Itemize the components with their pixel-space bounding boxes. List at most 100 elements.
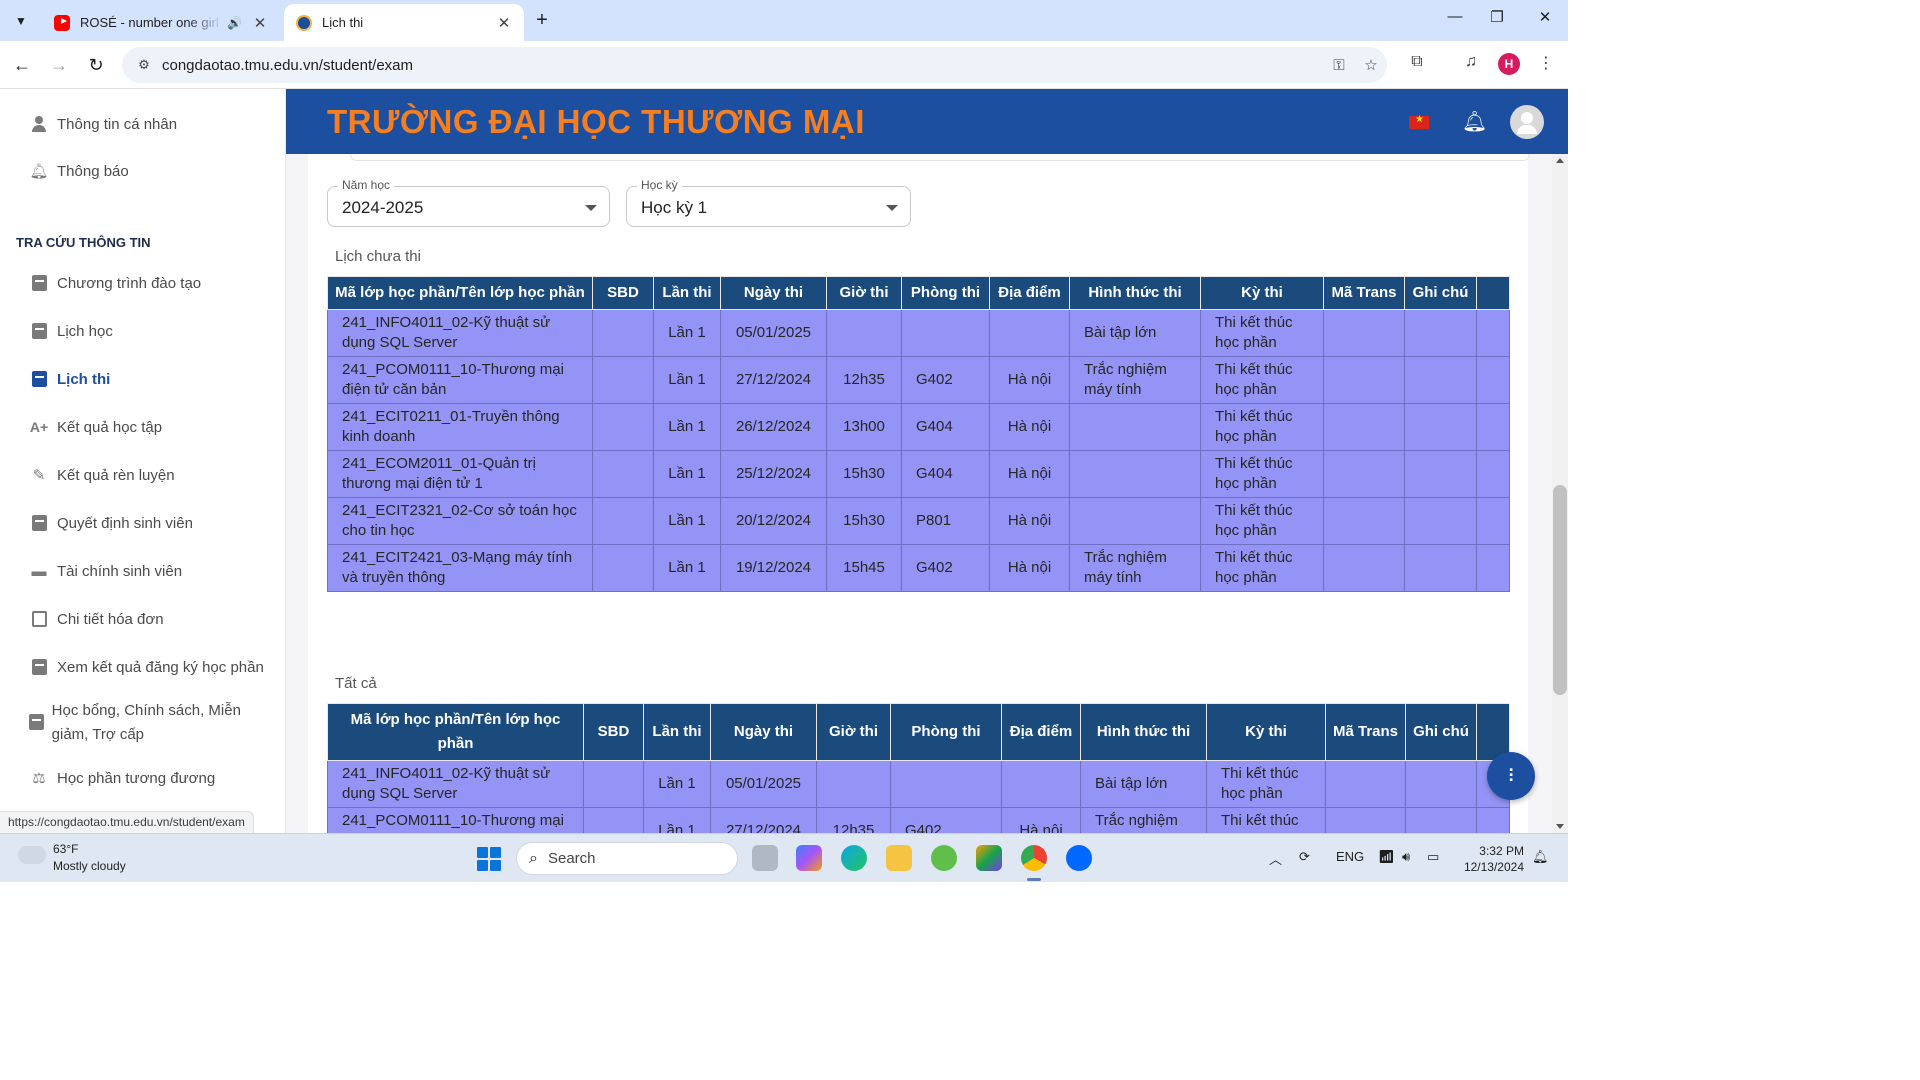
table-cell: [1325, 807, 1406, 833]
chevron-down-icon: [585, 205, 597, 211]
tab-youtube[interactable]: ROSÉ - number one girl (offi 🔊 ✕: [42, 4, 280, 41]
notification-center-icon[interactable]: 🔔︎: [1532, 849, 1549, 865]
table-cell: Thi kết thúc học phần: [1200, 309, 1324, 357]
clipboard-icon: [28, 272, 50, 294]
reload-button[interactable]: ↻: [84, 53, 108, 77]
task-view-icon[interactable]: [752, 845, 778, 871]
table-cell: Lần 1: [653, 497, 721, 545]
new-tab-button[interactable]: +: [530, 9, 554, 32]
zalo-icon[interactable]: [1066, 845, 1092, 871]
table-cell: 15h30: [826, 450, 902, 498]
language-indicator[interactable]: ENG: [1336, 849, 1364, 864]
table-row[interactable]: 241_PCOM0111_10-Thương mại điện tử căn b…: [327, 356, 1510, 404]
close-tab-icon[interactable]: ✕: [252, 14, 268, 32]
table-row[interactable]: 241_INFO4011_02-Kỹ thuật sử dụng SQL Ser…: [327, 760, 1510, 808]
sidebar-item-class-schedule[interactable]: Lịch học: [28, 320, 113, 342]
taskbar-clock[interactable]: 3:32 PM 12/13/2024: [1458, 843, 1524, 875]
table-cell: G404: [901, 403, 990, 451]
page-scrollbar[interactable]: [1552, 154, 1568, 833]
restore-button[interactable]: ❐: [1482, 8, 1512, 26]
table-cell: Lần 1: [643, 760, 711, 808]
chrome-icon[interactable]: [1021, 845, 1047, 871]
sidebar-item-exam-schedule[interactable]: Lịch thi: [28, 368, 110, 390]
sync-icon[interactable]: ⟳: [1299, 849, 1310, 865]
settings-fab-button[interactable]: ⫶: [1487, 752, 1535, 800]
copilot-icon[interactable]: [796, 845, 822, 871]
taskbar-search[interactable]: ⌕ Search: [516, 842, 738, 875]
back-button[interactable]: ←: [10, 53, 34, 77]
wifi-icon[interactable]: 📶︎: [1378, 849, 1395, 865]
more-menu-icon[interactable]: ⋮: [1534, 53, 1558, 73]
battery-icon[interactable]: ▭: [1427, 849, 1439, 865]
table-cell: 241_PCOM0111_10-Thương mại điện tử căn b…: [327, 807, 584, 833]
paint-app-icon[interactable]: [976, 845, 1002, 871]
weather-temperature[interactable]: 63°F: [53, 842, 78, 856]
edge-browser-icon[interactable]: [841, 845, 867, 871]
vietnam-flag-icon[interactable]: [1409, 114, 1429, 129]
forward-button[interactable]: →: [47, 53, 71, 77]
table-cell: Lần 1: [653, 356, 721, 404]
sidebar-item-invoice-details[interactable]: Chi tiết hóa đơn: [28, 608, 164, 630]
minimize-button[interactable]: —: [1440, 8, 1470, 25]
table-cell: 241_ECOM2011_01-Quản trị thương mại điện…: [327, 450, 593, 498]
address-bar[interactable]: ⚙ congdaotao.tmu.edu.vn/student/exam ⚿ ☆: [122, 47, 1387, 83]
file-explorer-icon[interactable]: [886, 845, 912, 871]
bookmark-star-icon[interactable]: ☆: [1355, 56, 1387, 74]
sidebar-item-student-decisions[interactable]: Quyết định sinh viên: [28, 512, 193, 534]
table-row[interactable]: 241_ECIT2421_03-Mạng máy tính và truyền …: [327, 544, 1510, 592]
weather-cloud-icon[interactable]: [18, 840, 46, 864]
chevron-up-icon[interactable]: ︿: [1269, 849, 1282, 868]
profile-avatar[interactable]: H: [1498, 53, 1520, 75]
table-cell: G402: [901, 544, 990, 592]
green-app-icon[interactable]: [931, 845, 957, 871]
volume-icon[interactable]: 🔊︎: [1402, 849, 1410, 865]
sidebar-item-training-results[interactable]: ✎ Kết quả rèn luyện: [28, 464, 175, 486]
user-avatar[interactable]: [1510, 105, 1544, 139]
sidebar-item-student-finance[interactable]: ▬ Tài chính sinh viên: [28, 560, 183, 582]
sidebar-item-equivalent-courses[interactable]: ⚖ Học phần tương đương: [28, 767, 215, 789]
table-cell: 19/12/2024: [720, 544, 827, 592]
tab-exam-schedule[interactable]: Lịch thi ✕: [284, 4, 524, 41]
sidebar-item-personal-info[interactable]: Thông tin cá nhân: [28, 113, 177, 135]
table-cell: 15h45: [826, 544, 902, 592]
scroll-down-icon[interactable]: [1556, 824, 1564, 829]
sidebar-item-curriculum[interactable]: Chương trình đào tạo: [28, 272, 201, 294]
table-row[interactable]: 241_INFO4011_02-Kỹ thuật sử dụng SQL Ser…: [327, 309, 1510, 357]
column-header: Mã Trans: [1325, 703, 1406, 761]
scrollbar-thumb[interactable]: [1553, 485, 1567, 695]
sidebar-item-notifications[interactable]: 🔔︎ Thông báo: [28, 160, 128, 182]
table-row[interactable]: 241_ECIT0211_01-Truyền thông kinh doanh L…: [327, 403, 1510, 451]
semester-select[interactable]: Học kỳ Học kỳ 1: [626, 178, 911, 227]
site-settings-icon[interactable]: ⚙: [126, 57, 162, 73]
table-row[interactable]: 241_PCOM0111_10-Thương mại điện tử căn b…: [327, 807, 1510, 833]
close-window-button[interactable]: ✕: [1530, 8, 1560, 26]
windows-start-icon[interactable]: [477, 847, 501, 871]
close-tab-icon[interactable]: ✕: [496, 14, 512, 32]
table-cell: 241_ECIT2421_03-Mạng máy tính và truyền …: [327, 544, 593, 592]
sidebar-item-registration-results[interactable]: Xem kết quả đăng ký học phần: [28, 656, 264, 678]
url-text[interactable]: congdaotao.tmu.edu.vn/student/exam: [162, 57, 1323, 74]
table-row[interactable]: 241_ECOM2011_01-Quản trị thương mại điện…: [327, 450, 1510, 498]
table-cell: [583, 807, 644, 833]
notification-bell-icon[interactable]: 🔔︎: [1462, 109, 1487, 134]
search-icon: ⌕: [529, 849, 538, 867]
scroll-up-icon[interactable]: [1556, 158, 1564, 163]
sidebar-item-academic-results[interactable]: A+ Kết quả học tập: [28, 416, 162, 438]
table-cell: [1476, 403, 1510, 451]
table-cell: Hà nội: [989, 356, 1070, 404]
table-cell: Lần 1: [653, 450, 721, 498]
weather-condition[interactable]: Mostly cloudy: [53, 859, 126, 873]
speaker-icon[interactable]: 🔊: [227, 16, 242, 30]
sidebar-item-scholarships[interactable]: Học bổng, Chính sách, Miễn giảm, Trợ cấp: [28, 699, 268, 747]
table-cell: [1404, 403, 1477, 451]
password-key-icon[interactable]: ⚿: [1323, 57, 1355, 74]
extensions-icon[interactable]: ⧉: [1405, 53, 1429, 71]
table-cell: Thi kết thúc học phần: [1206, 760, 1326, 808]
media-controls-icon[interactable]: ♫: [1459, 53, 1483, 71]
year-select[interactable]: Năm học 2024-2025: [327, 178, 610, 227]
table-row[interactable]: 241_ECIT2321_02-Cơ sở toán học cho tin h…: [327, 497, 1510, 545]
table-cell: Lần 1: [643, 807, 711, 833]
tab-search-icon[interactable]: ▼: [8, 8, 34, 34]
table-cell: Thi kết thúc học phần: [1206, 807, 1326, 833]
school-name: TRƯỜNG ĐẠI HỌC THƯƠNG MẠI: [327, 103, 865, 140]
